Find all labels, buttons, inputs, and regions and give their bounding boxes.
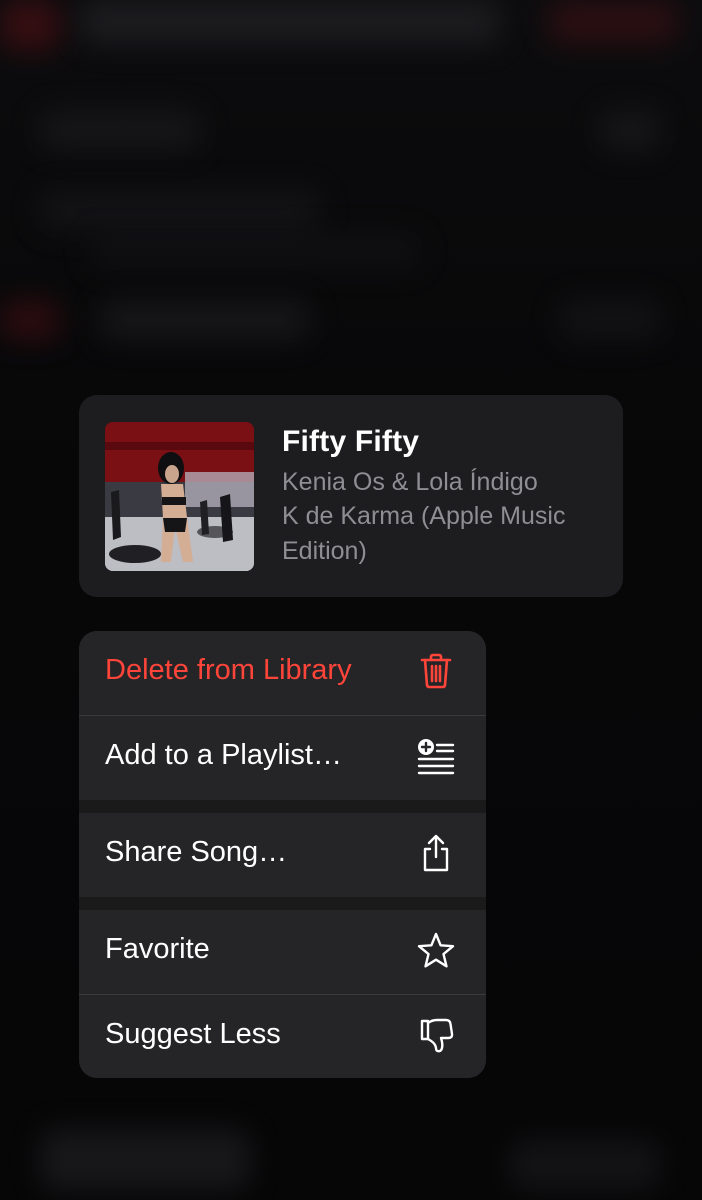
favorite-button[interactable]: Favorite — [79, 910, 486, 994]
blurred-background-actions — [548, 0, 678, 44]
blurred-background-row-action — [600, 110, 660, 150]
delete-from-library-button[interactable]: Delete from Library — [79, 631, 486, 715]
song-title: Fifty Fifty — [282, 425, 420, 458]
album-artwork — [105, 422, 254, 571]
menu-group-separator — [79, 800, 486, 813]
add-to-playlist-button[interactable]: Add to a Playlist… — [79, 716, 486, 800]
song-preview-card: Fifty Fifty Kenia Os & Lola Índigo K de … — [79, 395, 623, 597]
blurred-background-player-controls — [510, 1140, 660, 1190]
menu-item-label: Suggest Less — [105, 1018, 281, 1050]
blurred-background-row — [100, 300, 310, 340]
song-artist: Kenia Os & Lola Índigo — [282, 468, 538, 496]
thumbs-down-icon — [416, 1015, 456, 1055]
menu-item-label: Delete from Library — [105, 654, 352, 686]
suggest-less-button[interactable]: Suggest Less — [79, 995, 486, 1078]
blurred-background-mini-player — [40, 1130, 250, 1190]
album-artwork-image — [105, 422, 254, 571]
blurred-background-row — [40, 110, 200, 150]
trash-icon — [416, 651, 456, 691]
menu-item-label: Favorite — [105, 933, 210, 965]
song-album: K de Karma (Apple Music Edition) — [282, 502, 566, 565]
share-song-button[interactable]: Share Song… — [79, 813, 486, 897]
screen: Fifty Fifty Kenia Os & Lola Índigo K de … — [0, 0, 702, 1200]
menu-item-label: Add to a Playlist… — [105, 739, 342, 771]
blurred-background-row — [90, 235, 420, 267]
blurred-background-row-action — [560, 300, 660, 340]
share-icon — [416, 833, 456, 873]
menu-item-label: Share Song… — [105, 836, 288, 868]
blurred-background-header — [80, 0, 500, 44]
menu-group-separator — [79, 897, 486, 910]
blurred-background-back-button — [0, 0, 60, 50]
context-menu: Delete from Library Add to a Playlist… S… — [79, 631, 486, 1078]
blurred-background-accent — [0, 300, 60, 340]
blurred-background-row — [40, 190, 320, 230]
add-to-playlist-icon — [416, 737, 456, 777]
star-icon — [416, 931, 456, 971]
